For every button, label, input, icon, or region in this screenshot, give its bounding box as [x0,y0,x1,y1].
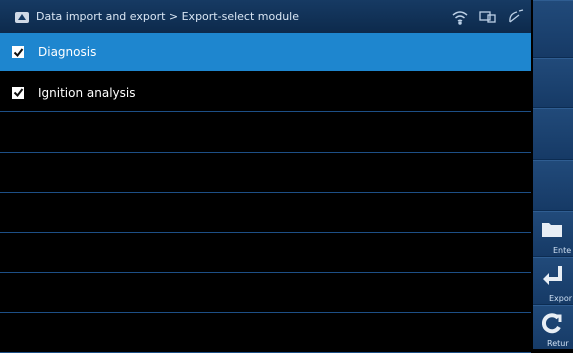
empty-row [0,315,531,353]
breadcrumb: Data import and export > Export-select m… [36,10,299,23]
status-icons [451,8,525,26]
list-item-diagnosis[interactable]: Diagnosis [0,33,531,71]
empty-row [0,155,531,193]
sidebar-button-empty-2[interactable] [533,58,573,107]
wifi-icon [451,9,469,25]
enter-arrow-icon [541,264,563,286]
device-link-icon [479,9,497,25]
empty-row [0,115,531,153]
export-button[interactable]: Expor [533,257,573,304]
checkmark-icon [13,47,23,57]
empty-row [0,275,531,313]
sidebar-button-empty-1[interactable] [533,0,573,57]
folder-icon [541,218,563,240]
export-label: Expor [549,294,573,303]
title-bar: Data import and export > Export-select m… [0,0,531,33]
diagnosis-checkbox[interactable] [12,46,24,58]
return-label: Retur [547,339,569,348]
satellite-dish-icon [507,9,525,25]
module-list: Diagnosis Ignition analysis [0,33,531,353]
list-item-label: Ignition analysis [38,85,136,100]
empty-row [0,235,531,273]
empty-row [0,195,531,233]
ignition-analysis-checkbox[interactable] [12,86,24,99]
sidebar-button-empty-4[interactable] [533,160,573,210]
return-button[interactable]: Retur [533,305,573,349]
refresh-icon [541,312,563,334]
sidebar-button-empty-3[interactable] [533,108,573,159]
enter-label: Ente [553,246,572,255]
action-sidebar: Ente Expor Retur [533,0,573,349]
list-item-ignition-analysis[interactable]: Ignition analysis [0,74,531,112]
list-item-label: Diagnosis [38,45,97,59]
enter-button[interactable]: Ente [533,211,573,256]
checkmark-icon [13,88,23,98]
app-logo-icon[interactable] [14,9,30,25]
